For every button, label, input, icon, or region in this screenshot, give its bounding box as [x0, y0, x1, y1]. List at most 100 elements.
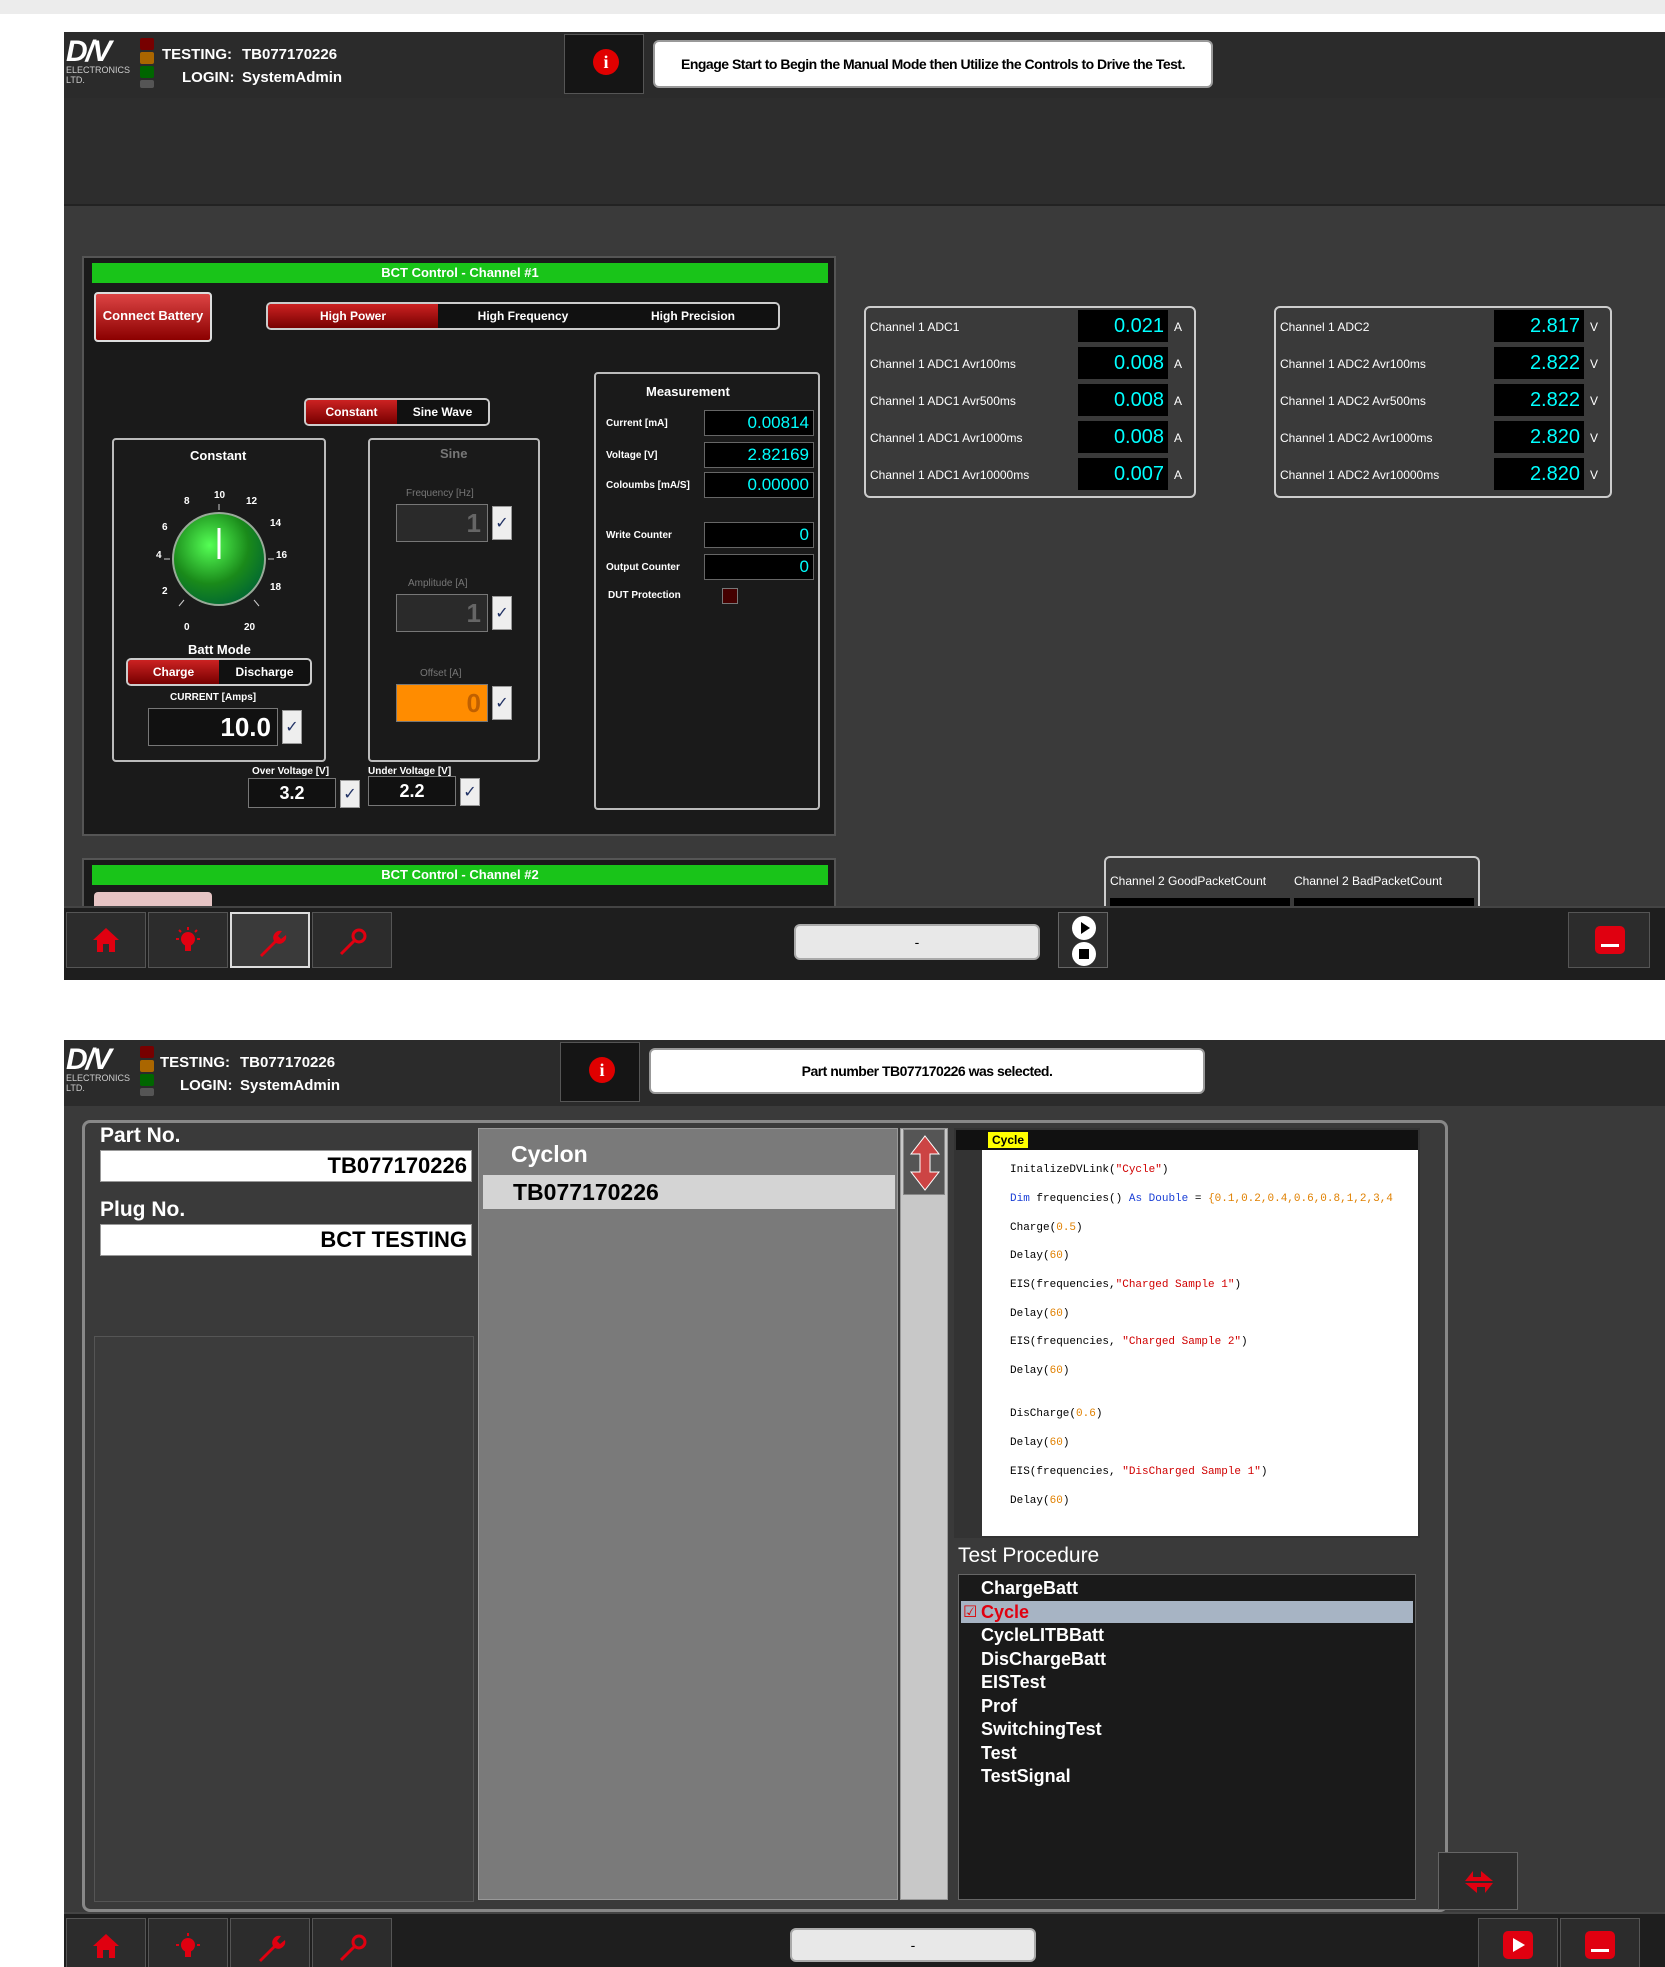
checkbox-checked-icon[interactable]: ☑ [963, 1601, 977, 1623]
wave-constant[interactable]: Constant [306, 400, 397, 424]
adc2-avr100-label: Channel 1 ADC2 Avr100ms [1280, 357, 1426, 371]
info-button[interactable]: i [564, 34, 644, 94]
plug-no-input[interactable]: BCT TESTING [100, 1224, 472, 1256]
browser-top-strip [0, 0, 1665, 14]
procedure-item[interactable]: TestSignal [961, 1765, 1413, 1787]
measurement-current-value: 0.00814 [704, 410, 814, 436]
tools-button[interactable] [230, 912, 310, 968]
channel-2-title: BCT Control - Channel #2 [92, 865, 828, 885]
wrench-icon [259, 1935, 286, 1962]
minimize-button-2[interactable] [1560, 1918, 1640, 1967]
wave-sine[interactable]: Sine Wave [397, 400, 488, 424]
list-scrollbar[interactable] [900, 1128, 948, 1900]
search-key-button[interactable] [312, 912, 392, 968]
minimize-icon [1595, 926, 1625, 954]
login-value-2: SystemAdmin [240, 1077, 341, 1094]
code-line: Delay(60) [1010, 1437, 1070, 1449]
scroll-thumb[interactable] [903, 1129, 945, 1195]
play-stop-control[interactable] [1058, 912, 1108, 968]
adc2-avr1000-label: Channel 1 ADC2 Avr1000ms [1280, 431, 1433, 445]
offset-input[interactable]: 0 [396, 684, 488, 722]
procedure-item[interactable]: CycleLITBBatt [961, 1624, 1413, 1646]
login-label-2: LOGIN: [180, 1077, 233, 1094]
test-procedure-list: ChargeBatt ☑ Cycle CycleLITBBatt DisChargeBa… [958, 1574, 1416, 1900]
procedure-label: EISTest [981, 1672, 1046, 1692]
procedure-item[interactable]: DisChargeBatt [961, 1648, 1413, 1670]
code-line: Dim frequencies() As Double = {0.1,0.2,0… [1010, 1193, 1393, 1205]
dial-tick-12: 12 [246, 496, 258, 507]
procedure-item[interactable]: Prof [961, 1695, 1413, 1717]
testing-value: TB077170226 [242, 46, 338, 63]
code-tab-cycle[interactable]: Cycle [988, 1132, 1029, 1148]
play-icon[interactable] [1071, 915, 1097, 941]
info-icon-2: i [589, 1057, 615, 1083]
procedure-item[interactable]: ChargeBatt [961, 1577, 1413, 1599]
tools-button-2[interactable] [230, 1918, 310, 1967]
test-procedure-title: Test Procedure [958, 1544, 1100, 1567]
current-confirm-check-icon[interactable]: ✓ [282, 710, 302, 744]
measurement-voltage-label: Voltage [V] [606, 450, 658, 461]
constant-group: Constant 0 2 4 6 8 10 12 14 16 18 20 Bat… [112, 438, 326, 762]
frequency-input[interactable]: 1 [396, 504, 488, 542]
over-voltage-label: Over Voltage [V] [252, 766, 330, 777]
home-icon [93, 928, 119, 952]
offset-check-icon[interactable]: ✓ [492, 686, 512, 720]
over-voltage-check-icon[interactable]: ✓ [340, 780, 360, 808]
offset-label: Offset [A] [420, 668, 462, 679]
app-header-2: D/V ELECTRONICS LTD. TESTING: TB07717022… [64, 1040, 1665, 1106]
adc1-avr500-unit: A [1174, 394, 1183, 408]
over-voltage-input[interactable]: 3.2 [248, 778, 336, 808]
amplitude-check-icon[interactable]: ✓ [492, 596, 512, 630]
part-details-area [94, 1336, 474, 1902]
batt-discharge[interactable]: Discharge [219, 660, 310, 684]
home-button-2[interactable] [66, 1918, 146, 1967]
under-voltage-check-icon[interactable]: ✓ [460, 778, 480, 806]
adc2-avr1000-value: 2.820 [1494, 421, 1584, 453]
swap-button[interactable] [1438, 1852, 1518, 1910]
current-label: CURRENT [Amps] [170, 692, 257, 703]
search-key-button-2[interactable] [312, 1918, 392, 1967]
output-counter-value: 0 [704, 554, 814, 580]
adc2-avr10000-unit: V [1590, 468, 1599, 482]
code-line: EIS(frequencies, "Charged Sample 2") [1010, 1336, 1248, 1348]
amplitude-input[interactable]: 1 [396, 594, 488, 632]
procedure-label: ChargeBatt [981, 1578, 1079, 1598]
adc1-unit: A [1174, 320, 1183, 334]
under-voltage-input[interactable]: 2.2 [368, 776, 456, 806]
stop-icon[interactable] [1071, 941, 1097, 967]
procedure-item[interactable]: SwitchingTest [961, 1718, 1413, 1740]
minimize-button[interactable] [1568, 912, 1650, 968]
measurement-group: Measurement Current [mA] 0.00814 Voltage… [594, 372, 820, 810]
mode-high-frequency[interactable]: High Frequency [438, 304, 608, 328]
batt-charge[interactable]: Charge [128, 660, 219, 684]
adc2-avr100-unit: V [1590, 357, 1599, 371]
info-button-2[interactable]: i [560, 1042, 640, 1102]
measurement-voltage-value: 2.82169 [704, 442, 814, 468]
part-no-input[interactable]: TB077170226 [100, 1150, 472, 1182]
procedure-item[interactable]: EISTest [961, 1671, 1413, 1693]
power-mode-selector: High Power High Frequency High Precision [266, 302, 780, 330]
adc1-avr100-label: Channel 1 ADC1 Avr100ms [870, 357, 1016, 371]
adc2-avr500-label: Channel 1 ADC2 Avr500ms [1280, 394, 1426, 408]
lighting-button[interactable] [148, 912, 228, 968]
testing-label: TESTING: [162, 46, 232, 63]
connect-battery-button[interactable]: Connect Battery [94, 292, 212, 342]
frequency-check-icon[interactable]: ✓ [492, 506, 512, 540]
code-editor[interactable]: Cycle InitalizeDVLink("Cycle") Dim freque… [954, 1128, 1420, 1538]
adc2-avr500-value: 2.822 [1494, 384, 1584, 416]
mode-high-power[interactable]: High Power [268, 304, 438, 328]
cyclon-list-item[interactable]: TB077170226 [483, 1175, 895, 1209]
adc1-avr10000-value: 0.007 [1078, 458, 1168, 490]
lighting-button-2[interactable] [148, 1918, 228, 1967]
current-dial[interactable] [144, 484, 294, 634]
adc2-label: Channel 1 ADC2 [1280, 320, 1370, 334]
current-input[interactable]: 10.0 [148, 708, 278, 746]
procedure-label: Prof [981, 1695, 1017, 1716]
run-button[interactable] [1478, 1918, 1558, 1967]
mode-high-precision[interactable]: High Precision [608, 304, 778, 328]
procedure-item[interactable]: ☑ Cycle [961, 1600, 1413, 1623]
home-button[interactable] [66, 912, 146, 968]
procedure-item[interactable]: Test [961, 1742, 1413, 1764]
wrench-icon [260, 930, 287, 957]
adc1-avr500-label: Channel 1 ADC1 Avr500ms [870, 394, 1016, 408]
